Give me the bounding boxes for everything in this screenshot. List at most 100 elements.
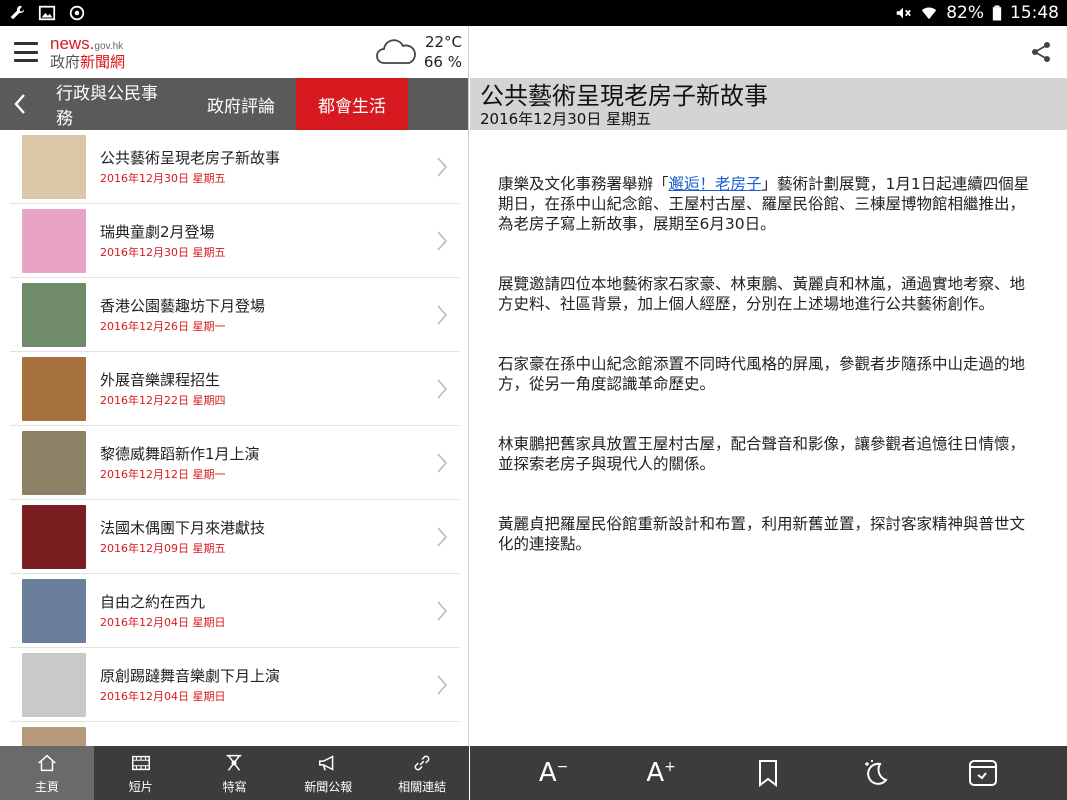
battery-icon — [992, 5, 1002, 21]
share-icon[interactable] — [1029, 40, 1053, 64]
article-body: 康樂及文化事務署舉辦「邂逅！老房子」藝術計劃展覽，1月1日起連續四個星期日，在孫… — [470, 130, 1067, 554]
news-title: 外展音樂課程招生 — [100, 371, 221, 389]
news-title: 法國木偶團下月來港獻技 — [100, 519, 266, 537]
news-thumbnail — [22, 209, 86, 273]
image-icon — [38, 5, 56, 21]
news-title: 瑞典童劇2月登場 — [100, 223, 215, 241]
temperature: 22°C — [424, 33, 462, 51]
article-paragraph: 康樂及文化事務署舉辦「邂逅！老房子」藝術計劃展覽，1月1日起連續四個星期日，在孫… — [498, 175, 1030, 233]
battery-percent: 82% — [946, 3, 984, 23]
news-title: 自由之約在西九 — [100, 593, 206, 611]
news-thumbnail — [22, 505, 86, 569]
news-thumbnail — [22, 727, 86, 746]
news-list-item[interactable]: 自由之約在西九 2016年12月04日 星期日 — [0, 574, 469, 648]
news-thumbnail — [22, 579, 86, 643]
news-date: 2016年12月22日 星期四 — [100, 394, 226, 407]
chevron-right-icon — [437, 305, 448, 325]
nav-video[interactable]: 短片 — [94, 746, 188, 800]
font-smaller-button[interactable]: A − — [529, 748, 579, 798]
wifi-icon — [922, 7, 937, 20]
night-mode-button[interactable] — [851, 748, 901, 798]
tab-admin-civic[interactable]: 行政與公民事務 — [40, 78, 186, 130]
news-title: 香港公園藝趣坊下月登場 — [100, 297, 266, 315]
news-title: 原創踢躂舞音樂劇下月上演 — [100, 667, 281, 685]
news-list: 公共藝術呈現老房子新故事 2016年12月30日 星期五 瑞典童劇2月登場 2016年… — [0, 130, 469, 746]
news-date: 2016年12月30日 星期五 — [100, 172, 226, 185]
link-icon — [414, 755, 430, 770]
wrench-icon — [10, 5, 25, 20]
megaphone-icon — [319, 754, 334, 771]
chevron-right-icon — [437, 527, 448, 547]
app-header: news.gov.hk 政府新聞網 22°C 66 % — [0, 26, 468, 78]
moon-icon — [864, 760, 888, 785]
chevron-right-icon — [437, 453, 448, 473]
nav-press-release[interactable]: 新聞公報 — [281, 746, 375, 800]
feature-icon — [227, 754, 242, 771]
news-list-item[interactable]: 瑞典童劇2月登場 2016年12月30日 星期五 — [0, 204, 469, 278]
article-link[interactable]: 邂逅！老房子 — [669, 175, 762, 193]
news-list-item[interactable]: 黎德威舞蹈新作1月上演 2016年12月12日 星期一 — [0, 426, 469, 500]
cloud-icon — [376, 39, 416, 64]
news-list-item[interactable]: 原創踢躂舞音樂劇下月上演 2016年12月04日 星期日 — [0, 648, 469, 722]
article-title-bar: 公共藝術呈現老房子新故事 2016年12月30日 星期五 — [470, 78, 1067, 130]
open-browser-button[interactable] — [958, 748, 1008, 798]
article-paragraph: 黃麗貞把羅屋民俗館重新設計和布置，利用新舊並置，探討客家精神與普世文化的連接點。 — [498, 515, 1026, 553]
news-date: 2016年12月12日 星期一 — [100, 468, 226, 481]
article-paragraph: 石家豪在孫中山紀念館添置不同時代風格的屏風，參觀者步隨孫中山走過的地方，從另一角… — [498, 355, 1026, 393]
app: news.gov.hk 政府新聞網 22°C 66 % 行政與公民事務 政府評論… — [0, 26, 1067, 800]
chevron-right-icon — [437, 379, 448, 399]
tab-gov-comment[interactable]: 政府評論 — [186, 78, 296, 130]
chevron-right-icon — [437, 231, 448, 251]
article-paragraph: 林東鵬把舊家具放置王屋村古屋，配合聲音和影像，讓參觀者追憶往日情懷，並探索老房子… — [498, 435, 1026, 473]
sync-icon — [69, 5, 85, 21]
article-date: 2016年12月30日 星期五 — [480, 110, 652, 128]
home-icon — [38, 754, 56, 771]
bookmark-button[interactable] — [743, 748, 793, 798]
menu-button[interactable] — [14, 42, 38, 62]
news-date: 2016年12月30日 星期五 — [100, 246, 226, 259]
news-list-item[interactable]: 公共藝術呈現老房子新故事 2016年12月30日 星期五 — [0, 130, 469, 204]
clock: 15:48 — [1010, 3, 1059, 23]
news-date: 2016年12月04日 星期日 — [100, 616, 226, 629]
news-thumbnail — [22, 653, 86, 717]
article-paragraph: 展覽邀請四位本地藝術家石家豪、林東鵬、黃麗貞和林嵐，通過實地考察、地方史料、社區… — [498, 275, 1026, 313]
news-list-item[interactable]: 外展音樂課程招生 2016年12月22日 星期四 — [0, 352, 469, 426]
news-title: 公共藝術呈現老房子新故事 — [100, 149, 281, 167]
humidity: 66 % — [423, 53, 462, 71]
category-tabs: 行政與公民事務 政府評論 都會生活 — [0, 78, 468, 130]
article-title: 公共藝術呈現老房子新故事 — [480, 82, 768, 110]
logo: news.gov.hk 政府新聞網 — [50, 33, 126, 71]
chevron-left-icon — [14, 94, 25, 114]
news-title: 黎德威舞蹈新作1月上演 — [100, 445, 260, 463]
news-thumbnail — [22, 357, 86, 421]
news-list-item[interactable]: 科學節趣味教育節目 — [0, 722, 469, 746]
news-thumbnail — [22, 283, 86, 347]
news-thumbnail — [22, 135, 86, 199]
weather-widget: 22°C 66 % — [374, 32, 462, 72]
font-larger-button[interactable]: A + — [636, 748, 686, 798]
nav-related-links[interactable]: 相關連結 — [375, 746, 469, 800]
status-bar: 82% 15:48 — [0, 0, 1067, 26]
nav-feature[interactable]: 特寫 — [188, 746, 282, 800]
news-date: 2016年12月09日 星期五 — [100, 542, 226, 555]
browser-icon — [969, 760, 998, 786]
chevron-right-icon — [437, 675, 448, 695]
nav-home[interactable]: 主頁 — [0, 746, 94, 800]
chevron-right-icon — [437, 601, 448, 621]
news-date: 2016年12月04日 星期日 — [100, 690, 226, 703]
reader-toolbar: A − A + — [470, 746, 1067, 800]
tabs-back-button[interactable] — [0, 78, 40, 130]
news-date: 2016年12月26日 星期一 — [100, 320, 226, 333]
article-header — [470, 26, 1067, 78]
bookmark-icon — [759, 760, 778, 787]
news-list-item[interactable]: 法國木偶團下月來港獻技 2016年12月09日 星期五 — [0, 500, 469, 574]
video-icon — [131, 755, 150, 770]
article-pane: 公共藝術呈現老房子新故事 2016年12月30日 星期五 康樂及文化事務署舉辦「… — [470, 26, 1067, 800]
tab-city-life[interactable]: 都會生活 — [296, 78, 408, 130]
bottom-nav: 主頁 短片 特寫 新聞公報 相關連結 — [0, 746, 469, 800]
chevron-right-icon — [437, 157, 448, 177]
news-list-item[interactable]: 香港公園藝趣坊下月登場 2016年12月26日 星期一 — [0, 278, 469, 352]
news-list-pane: news.gov.hk 政府新聞網 22°C 66 % 行政與公民事務 政府評論… — [0, 26, 469, 800]
mute-icon — [896, 7, 912, 19]
news-thumbnail — [22, 431, 86, 495]
